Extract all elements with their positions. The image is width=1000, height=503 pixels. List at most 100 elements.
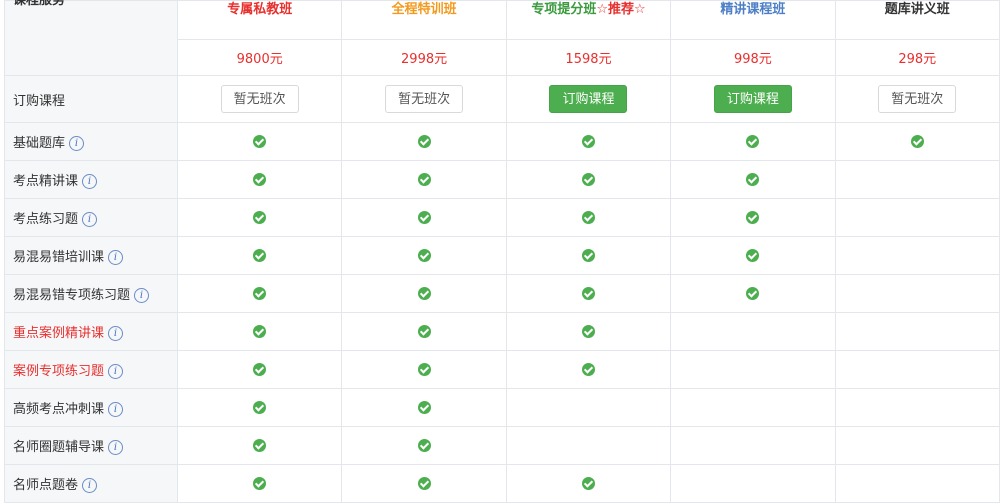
- course-services-label: 课程服务: [13, 0, 66, 8]
- feature-cell: [341, 198, 507, 237]
- info-icon[interactable]: i: [82, 174, 98, 189]
- feature-label: 易混易错专项练习题: [13, 288, 131, 303]
- price-cell: 1598元: [505, 39, 672, 76]
- feature-cell: [341, 160, 507, 199]
- order-cell: 暂无班次: [176, 75, 343, 123]
- plan-name: 专属私教班: [227, 2, 293, 17]
- check-icon: [253, 287, 267, 300]
- feature-cell: [670, 312, 836, 351]
- check-icon: [746, 211, 760, 224]
- info-icon[interactable]: i: [108, 364, 124, 379]
- check-icon: [253, 325, 267, 338]
- order-course-button[interactable]: 订购课程: [713, 85, 792, 113]
- check-icon: [417, 135, 431, 148]
- price-cell: 298元: [834, 39, 1000, 76]
- feature-label: 名师圈题辅导课: [13, 440, 105, 455]
- feature-cell: [176, 160, 343, 199]
- plan-header-2: 全程特训班: [341, 0, 507, 40]
- check-icon: [581, 287, 595, 300]
- feature-cell: [505, 160, 672, 199]
- info-icon[interactable]: i: [108, 402, 124, 417]
- order-course-button[interactable]: 订购课程: [549, 85, 628, 113]
- feature-cell: [670, 160, 836, 199]
- check-icon: [417, 325, 431, 338]
- check-icon: [417, 363, 431, 376]
- feature-cell: [176, 426, 343, 465]
- price-cell: 998元: [670, 39, 836, 76]
- check-icon: [581, 249, 595, 262]
- feature-cell: [176, 122, 343, 161]
- feature-cell: [670, 350, 836, 389]
- feature-label: 考点练习题: [13, 212, 79, 227]
- feature-cell: [834, 274, 1000, 313]
- feature-rows: 基础题库 i 考点精讲课 i 考点练习题 i 易混易错培训课 i 易混易错专项练习题 i 重点案例精…: [4, 122, 1000, 503]
- info-icon[interactable]: i: [82, 212, 98, 227]
- feature-cell: [341, 312, 507, 351]
- info-icon[interactable]: i: [82, 478, 98, 493]
- info-icon[interactable]: i: [108, 440, 124, 455]
- check-icon: [417, 439, 431, 452]
- feature-label-cell: 案例专项练习题 i: [4, 350, 178, 389]
- check-icon: [253, 439, 267, 452]
- feature-label-cell: 高频考点冲刺课 i: [4, 388, 178, 427]
- check-icon: [417, 173, 431, 186]
- no-class-button[interactable]: 暂无班次: [220, 85, 299, 113]
- check-icon: [417, 287, 431, 300]
- feature-cell: [505, 198, 672, 237]
- feature-cell: [834, 426, 1000, 465]
- feature-row: 易混易错专项练习题 i: [4, 274, 1000, 313]
- feature-cell: [834, 388, 1000, 427]
- feature-cell: [176, 464, 343, 503]
- feature-row: 高频考点冲刺课 i: [4, 388, 1000, 427]
- order-cell: 暂无班次: [341, 75, 507, 123]
- no-class-button[interactable]: 暂无班次: [878, 85, 957, 113]
- feature-cell: [834, 122, 1000, 161]
- feature-cell: [505, 274, 672, 313]
- no-class-button[interactable]: 暂无班次: [385, 85, 464, 113]
- feature-cell: [341, 122, 507, 161]
- feature-cell: [670, 122, 836, 161]
- plan-name: 全程特训班: [391, 2, 457, 17]
- feature-label-cell: 易混易错培训课 i: [4, 236, 178, 275]
- feature-row: 名师圈题辅导课 i: [4, 426, 1000, 465]
- price-cell: 9800元: [176, 39, 343, 76]
- feature-cell: [670, 464, 836, 503]
- feature-row: 案例专项练习题 i: [4, 350, 1000, 389]
- order-cell: 订购课程: [505, 75, 672, 123]
- check-icon: [417, 401, 431, 414]
- price-cell: 2998元: [341, 39, 507, 76]
- feature-row: 易混易错培训课 i: [4, 236, 1000, 275]
- check-icon: [417, 211, 431, 224]
- info-icon[interactable]: i: [134, 288, 150, 303]
- feature-cell: [176, 350, 343, 389]
- info-icon[interactable]: i: [108, 326, 124, 341]
- feature-label: 高频考点冲刺课: [13, 402, 105, 417]
- feature-cell: [670, 388, 836, 427]
- plan-price: 9800元: [236, 52, 283, 67]
- order-cell: 暂无班次: [834, 75, 1000, 123]
- info-icon[interactable]: i: [69, 136, 85, 151]
- plan-name: 精讲课程班: [720, 2, 786, 17]
- feature-cell: [670, 426, 836, 465]
- check-icon: [417, 477, 431, 490]
- check-icon: [253, 401, 267, 414]
- order-row: 订购课程 暂无班次 暂无班次 订购课程 订购课程 暂无班次: [4, 75, 1000, 123]
- check-icon: [746, 249, 760, 262]
- plan-header-5: 题库讲义班: [834, 0, 1000, 40]
- order-cell: 订购课程: [670, 75, 836, 123]
- feature-cell: [834, 464, 1000, 503]
- check-icon: [581, 325, 595, 338]
- feature-cell: [670, 198, 836, 237]
- info-icon[interactable]: i: [108, 250, 124, 265]
- plan-name: 专项提分班: [531, 2, 597, 17]
- course-services-header: 课程服务: [4, 0, 178, 76]
- feature-cell: [341, 388, 507, 427]
- check-icon: [581, 211, 595, 224]
- plan-name: 题库讲义班: [884, 2, 950, 17]
- check-icon: [253, 211, 267, 224]
- feature-row: 考点练习题 i: [4, 198, 1000, 237]
- plan-header-3: 专项提分班☆推荐☆: [505, 0, 672, 40]
- feature-cell: [341, 464, 507, 503]
- plan-price: 2998元: [401, 52, 448, 67]
- check-icon: [417, 249, 431, 262]
